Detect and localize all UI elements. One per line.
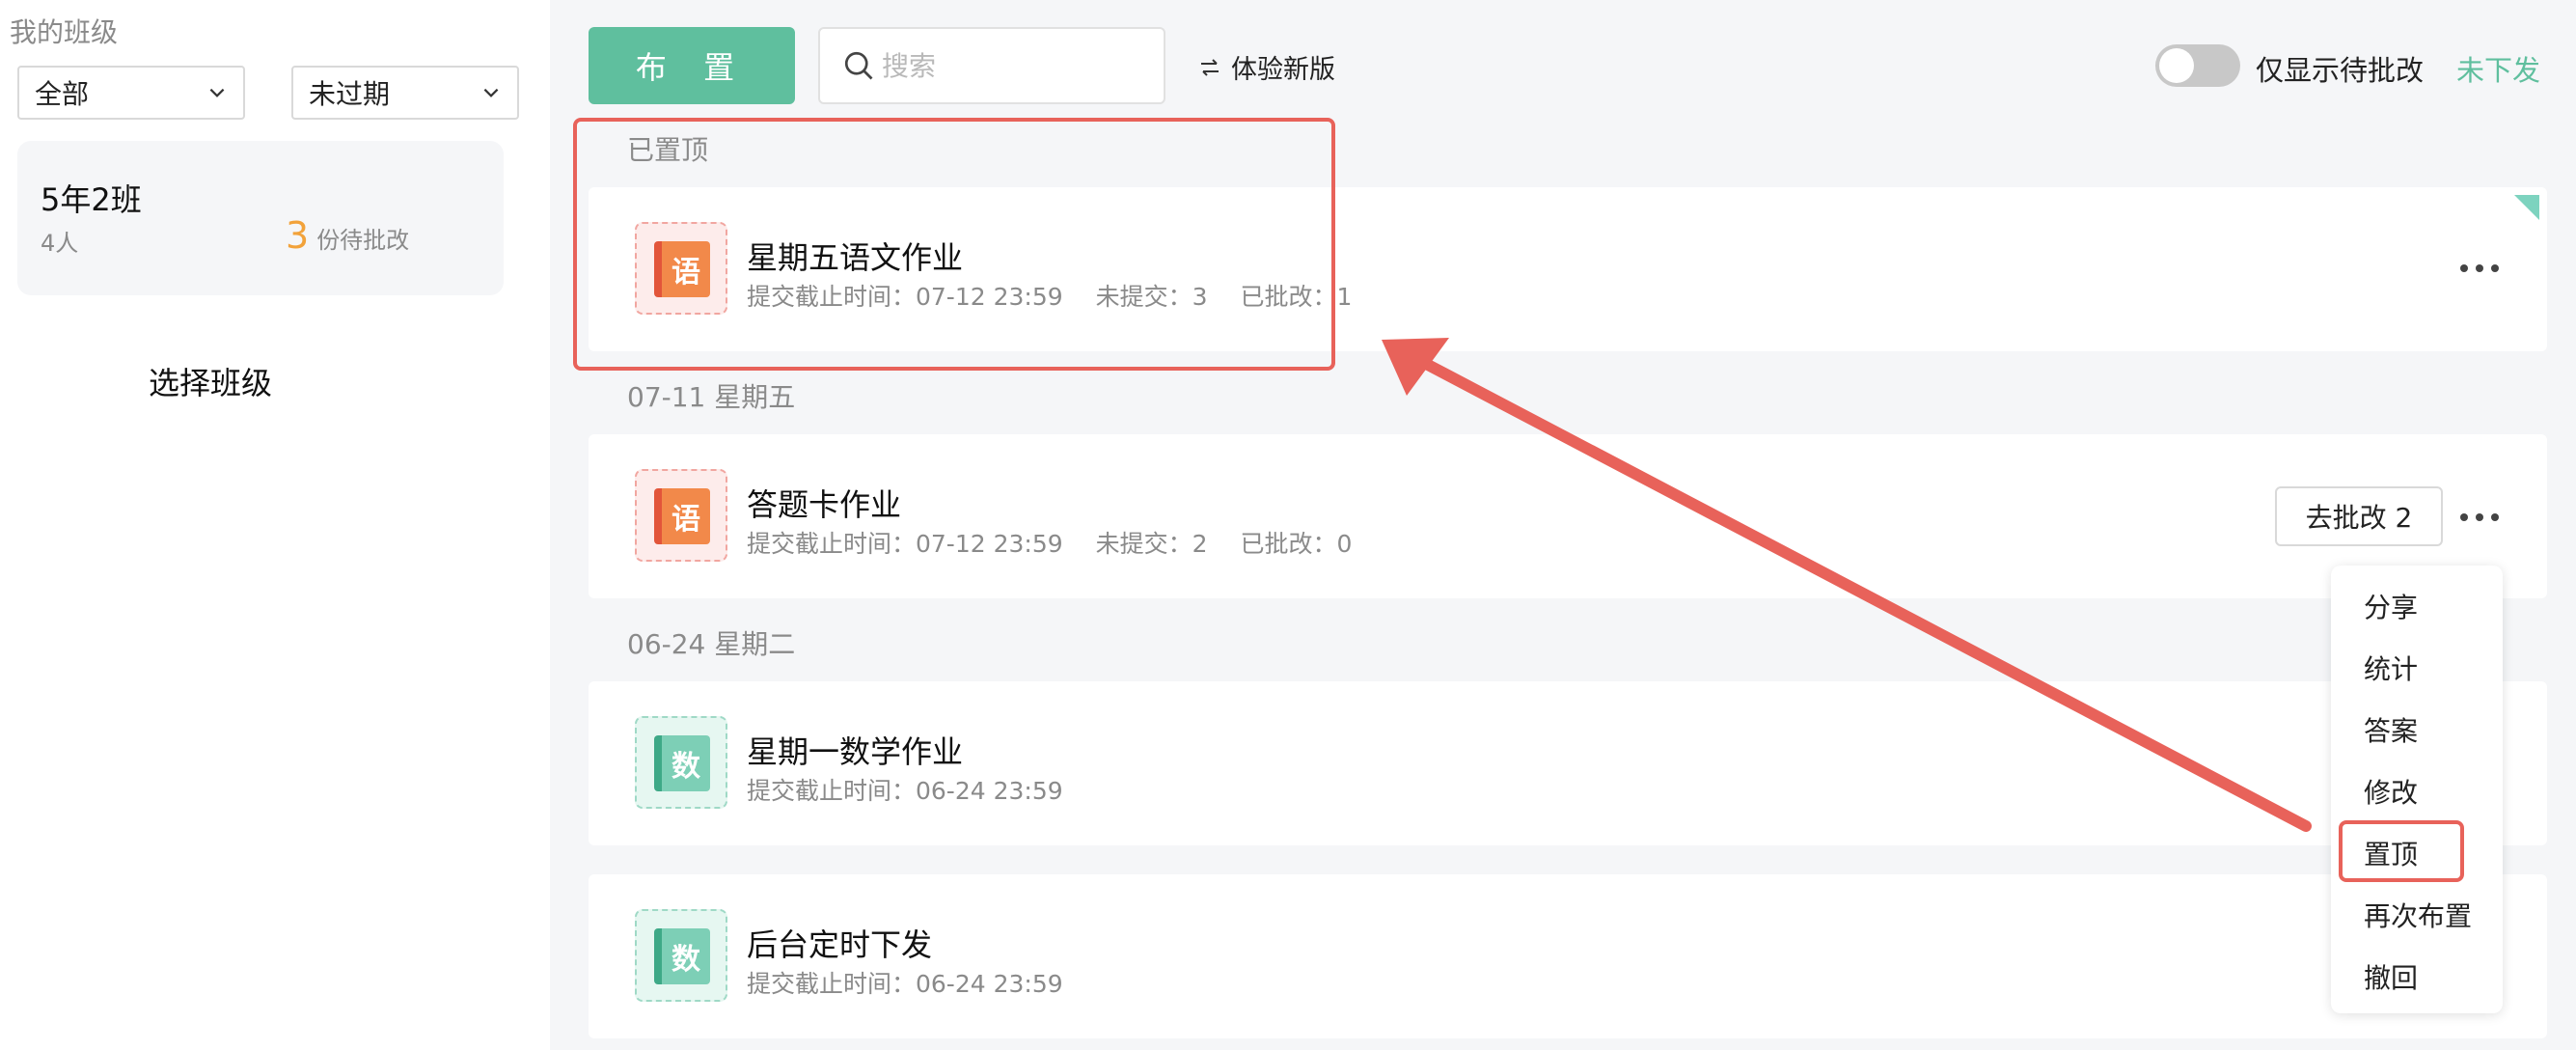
- math-subject-icon: 数: [635, 909, 727, 1002]
- menu-item-reassign[interactable]: 再次布置: [2364, 896, 2472, 934]
- search-box[interactable]: [818, 27, 1165, 104]
- pending-only-label: 仅显示待批改: [2256, 54, 2425, 87]
- chinese-subject-icon: 语: [635, 469, 727, 562]
- more-icon[interactable]: [2460, 264, 2499, 272]
- subject-badge: 语: [654, 488, 710, 544]
- assign-button[interactable]: 布 置: [589, 27, 795, 104]
- more-icon[interactable]: [2460, 513, 2499, 521]
- homework-meta: 提交截止时间：07-12 23:59 未提交：2 已批改：0: [747, 525, 1352, 560]
- select-class-annotation: 选择班级: [149, 365, 273, 401]
- pending-review: 3 份待批改: [286, 214, 409, 257]
- homework-unsubmitted: 未提交：2: [1095, 530, 1208, 558]
- chevron-down-icon: [483, 88, 499, 97]
- homework-deadline: 提交截止时间：06-24 23:59: [747, 970, 1063, 998]
- class-sidebar: 我的班级 全部 未过期 5年2班 4人 3 份待批改 选择班级: [0, 0, 550, 1050]
- homework-deadline: 提交截止时间：07-12 23:59: [747, 283, 1063, 311]
- status-filter-value: 未过期: [309, 78, 391, 110]
- homework-unsubmitted: 未提交：3: [1095, 283, 1208, 311]
- homework-meta: 提交截止时间：07-12 23:59 未提交：3 已批改：1: [747, 278, 1352, 313]
- menu-item-pin[interactable]: 置顶: [2364, 834, 2418, 872]
- chevron-down-icon: [209, 88, 225, 97]
- group-label-date: 07-11 星期五: [627, 381, 796, 413]
- class-card[interactable]: 5年2班 4人 3 份待批改: [17, 141, 504, 295]
- homework-card[interactable]: 语 答题卡作业 提交截止时间：07-12 23:59 未提交：2 已批改：0 去…: [589, 434, 2547, 598]
- homework-main-panel: 布 置 体验新版 仅显示待批改 未下发 已置顶 语 星期五语文作业 提交截止时间…: [550, 0, 2576, 1050]
- math-subject-icon: 数: [635, 716, 727, 809]
- homework-reviewed: 已批改：0: [1240, 530, 1353, 558]
- homework-deadline: 提交截止时间：07-12 23:59: [747, 530, 1063, 558]
- homework-title: 答题卡作业: [747, 486, 902, 523]
- go-review-button[interactable]: 去批改 2: [2275, 486, 2443, 546]
- homework-card[interactable]: 语 星期五语文作业 提交截止时间：07-12 23:59 未提交：3 已批改：1: [589, 187, 2547, 351]
- menu-item-answer[interactable]: 答案: [2364, 710, 2418, 749]
- more-actions-menu: 分享 统计 答案 修改 置顶 再次布置 撤回: [2331, 566, 2503, 1013]
- group-label-pinned: 已置顶: [627, 134, 709, 166]
- subject-badge: 数: [654, 928, 710, 984]
- subject-badge: 数: [654, 735, 710, 791]
- homework-card[interactable]: 数 后台定时下发 提交截止时间：06-24 23:59: [589, 874, 2547, 1038]
- pending-count: 3: [286, 214, 310, 257]
- undelivered-link[interactable]: 未下发: [2456, 48, 2540, 89]
- menu-item-stats[interactable]: 统计: [2364, 649, 2418, 687]
- homework-meta: 提交截止时间：06-24 23:59: [747, 965, 1063, 1000]
- search-icon: [844, 51, 873, 80]
- class-name: 5年2班: [41, 181, 142, 218]
- pending-only-toggle[interactable]: [2155, 44, 2240, 87]
- homework-title: 后台定时下发: [747, 926, 933, 963]
- new-version-label: 体验新版: [1231, 55, 1335, 85]
- grade-filter-value: 全部: [35, 78, 90, 110]
- new-version-link[interactable]: 体验新版: [1198, 48, 1335, 86]
- homework-reviewed: 已批改：1: [1240, 283, 1353, 311]
- subject-badge: 语: [654, 241, 710, 297]
- group-label-date: 06-24 星期二: [627, 628, 796, 660]
- swap-icon: [1201, 58, 1219, 76]
- grade-filter-select[interactable]: 全部: [17, 66, 245, 120]
- homework-title: 星期一数学作业: [747, 733, 964, 770]
- menu-item-edit[interactable]: 修改: [2364, 772, 2418, 811]
- toggle-knob: [2159, 48, 2194, 83]
- homework-card[interactable]: 数 星期一数学作业 提交截止时间：06-24 23:59: [589, 681, 2547, 845]
- menu-item-withdraw[interactable]: 撤回: [2364, 957, 2418, 996]
- homework-deadline: 提交截止时间：06-24 23:59: [747, 777, 1063, 805]
- pinned-corner-marker: [2514, 195, 2539, 220]
- chinese-subject-icon: 语: [635, 222, 727, 315]
- menu-item-share[interactable]: 分享: [2364, 587, 2418, 625]
- pending-label: 份待批改: [316, 227, 410, 254]
- search-input[interactable]: [882, 49, 1152, 82]
- sidebar-title: 我的班级: [10, 16, 119, 48]
- homework-meta: 提交截止时间：06-24 23:59: [747, 772, 1063, 807]
- status-filter-select[interactable]: 未过期: [291, 66, 519, 120]
- homework-title: 星期五语文作业: [747, 239, 964, 276]
- student-count: 4人: [41, 230, 79, 257]
